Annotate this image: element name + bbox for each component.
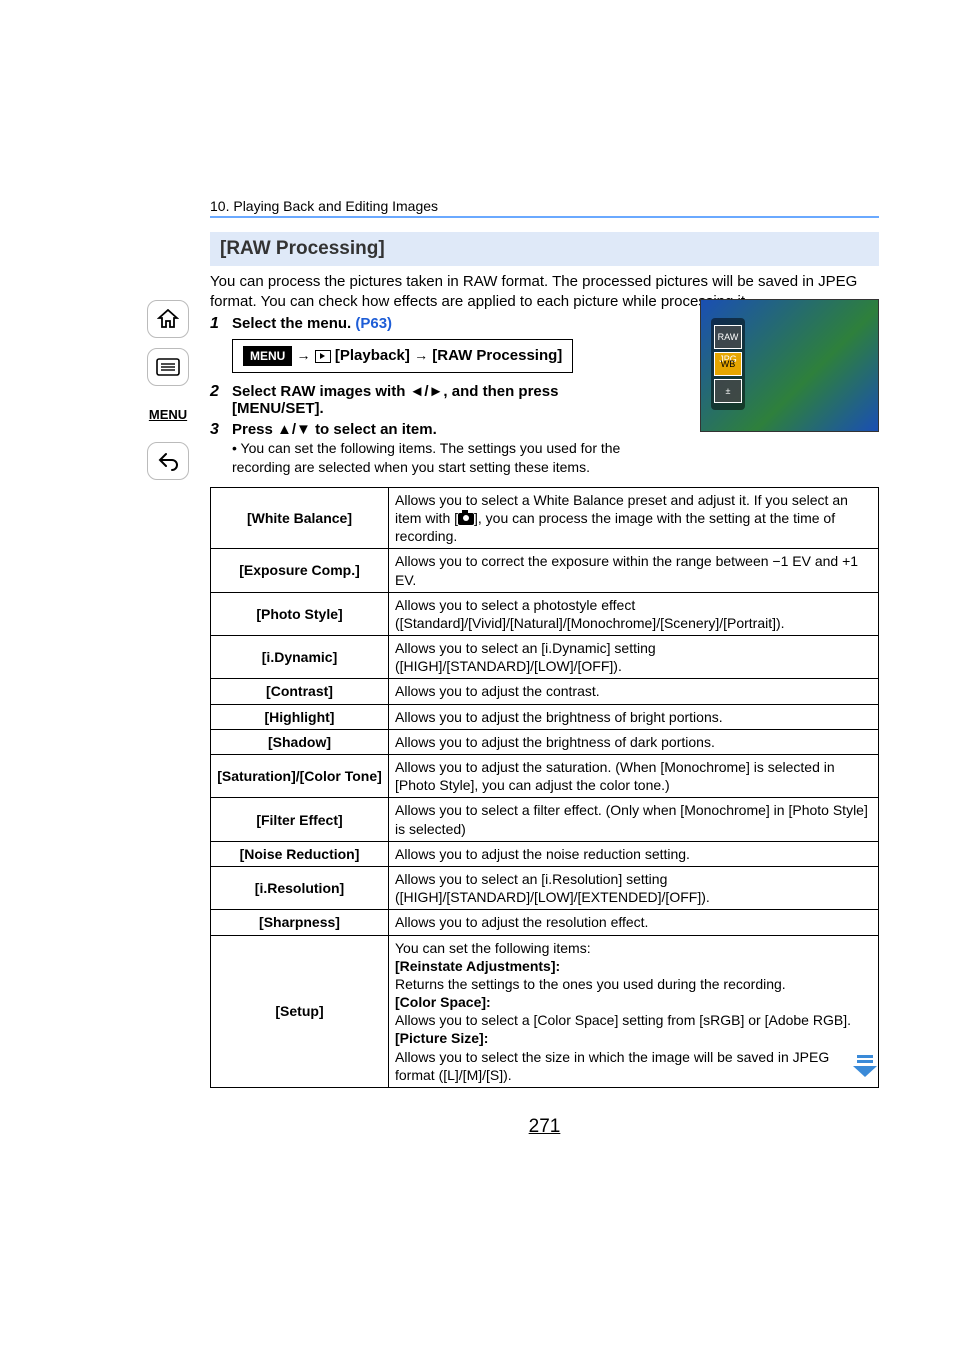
setting-desc: Allows you to select a White Balance pre… (389, 487, 879, 549)
breadcrumb: 10. Playing Back and Editing Images (210, 198, 879, 218)
step-number: 3 (210, 421, 232, 439)
menu-path: MENU → [Playback] → [RAW Processing] (232, 339, 573, 373)
setting-label: [Sharpness] (211, 910, 389, 935)
thumb-option-rawjpg: RAW JPG (714, 325, 742, 349)
setting-desc: Allows you to adjust the brightness of b… (389, 704, 879, 729)
setting-label: [Exposure Comp.] (211, 549, 389, 592)
continue-down-icon (851, 1054, 879, 1078)
table-row: [Highlight] Allows you to adjust the bri… (211, 704, 879, 729)
table-row: [Setup] You can set the following items:… (211, 935, 879, 1088)
playback-icon (315, 350, 331, 363)
setting-label: [i.Dynamic] (211, 636, 389, 679)
step-2-text: Select RAW images with ◄/►, and then pre… (232, 383, 605, 417)
setting-label: [Setup] (211, 935, 389, 1088)
table-row: [Filter Effect] Allows you to select a f… (211, 798, 879, 841)
step-3-note: You can set the following items. The set… (232, 439, 627, 477)
table-row: [Sharpness] Allows you to adjust the res… (211, 910, 879, 935)
setting-label: [i.Resolution] (211, 866, 389, 909)
setting-desc: Allows you to select an [i.Dynamic] sett… (389, 636, 879, 679)
setting-desc: Allows you to select an [i.Resolution] s… (389, 866, 879, 909)
table-row: [Exposure Comp.] Allows you to correct t… (211, 549, 879, 592)
setting-label: [Saturation]/[Color Tone] (211, 755, 389, 798)
table-row: [i.Dynamic] Allows you to select an [i.D… (211, 636, 879, 679)
step-3-text: Press ▲/▼ to select an item. (232, 421, 437, 438)
setting-desc: Allows you to select a photostyle effect… (389, 592, 879, 635)
setting-label: [White Balance] (211, 487, 389, 549)
page-link[interactable]: (P63) (355, 315, 392, 332)
table-row: [White Balance] Allows you to select a W… (211, 487, 879, 549)
table-row: [Noise Reduction] Allows you to adjust t… (211, 841, 879, 866)
setting-desc: Allows you to adjust the brightness of d… (389, 729, 879, 754)
home-icon[interactable] (147, 300, 189, 338)
table-row: [Contrast] Allows you to adjust the cont… (211, 679, 879, 704)
menu-playback: [Playback] (335, 347, 410, 364)
menu-button-icon: MENU (243, 346, 292, 366)
step-number: 2 (210, 383, 232, 401)
thumbnail-option-strip: RAW JPG WB ± (711, 318, 745, 410)
settings-table: [White Balance] Allows you to select a W… (210, 487, 879, 1088)
table-row: [Saturation]/[Color Tone] Allows you to … (211, 755, 879, 798)
page-number[interactable]: 271 (210, 1116, 879, 1138)
thumb-option-exposure: ± (714, 379, 742, 403)
setting-label: [Shadow] (211, 729, 389, 754)
section-title: [RAW Processing] (210, 232, 879, 266)
setting-label: [Highlight] (211, 704, 389, 729)
side-nav: MENU (147, 300, 189, 480)
arrow-icon: → (297, 347, 311, 363)
camera-icon (458, 513, 474, 525)
setting-label: [Photo Style] (211, 592, 389, 635)
thumb-option-wb: WB (714, 352, 742, 376)
setting-desc: You can set the following items: [Reinst… (389, 935, 879, 1088)
setting-desc: Allows you to adjust the noise reduction… (389, 841, 879, 866)
toc-icon[interactable] (147, 348, 189, 386)
setting-desc: Allows you to adjust the contrast. (389, 679, 879, 704)
setting-label: [Noise Reduction] (211, 841, 389, 866)
table-row: [Photo Style] Allows you to select a pho… (211, 592, 879, 635)
menu-text-icon[interactable]: MENU (148, 396, 188, 432)
setting-desc: Allows you to correct the exposure withi… (389, 549, 879, 592)
preview-thumbnail: RAW JPG WB ± (700, 299, 879, 432)
back-icon[interactable] (147, 442, 189, 480)
setting-label: [Filter Effect] (211, 798, 389, 841)
setting-desc: Allows you to select a filter effect. (O… (389, 798, 879, 841)
step-number: 1 (210, 315, 232, 333)
arrow-icon: → (414, 347, 428, 363)
setting-label: [Contrast] (211, 679, 389, 704)
table-row: [Shadow] Allows you to adjust the bright… (211, 729, 879, 754)
menu-raw-processing: [RAW Processing] (432, 347, 562, 364)
setting-desc: Allows you to adjust the resolution effe… (389, 910, 879, 935)
step-1-text: Select the menu. (232, 315, 351, 332)
setting-desc: Allows you to adjust the saturation. (Wh… (389, 755, 879, 798)
table-row: [i.Resolution] Allows you to select an [… (211, 866, 879, 909)
step-2: 2 Select RAW images with ◄/►, and then p… (210, 383, 605, 417)
